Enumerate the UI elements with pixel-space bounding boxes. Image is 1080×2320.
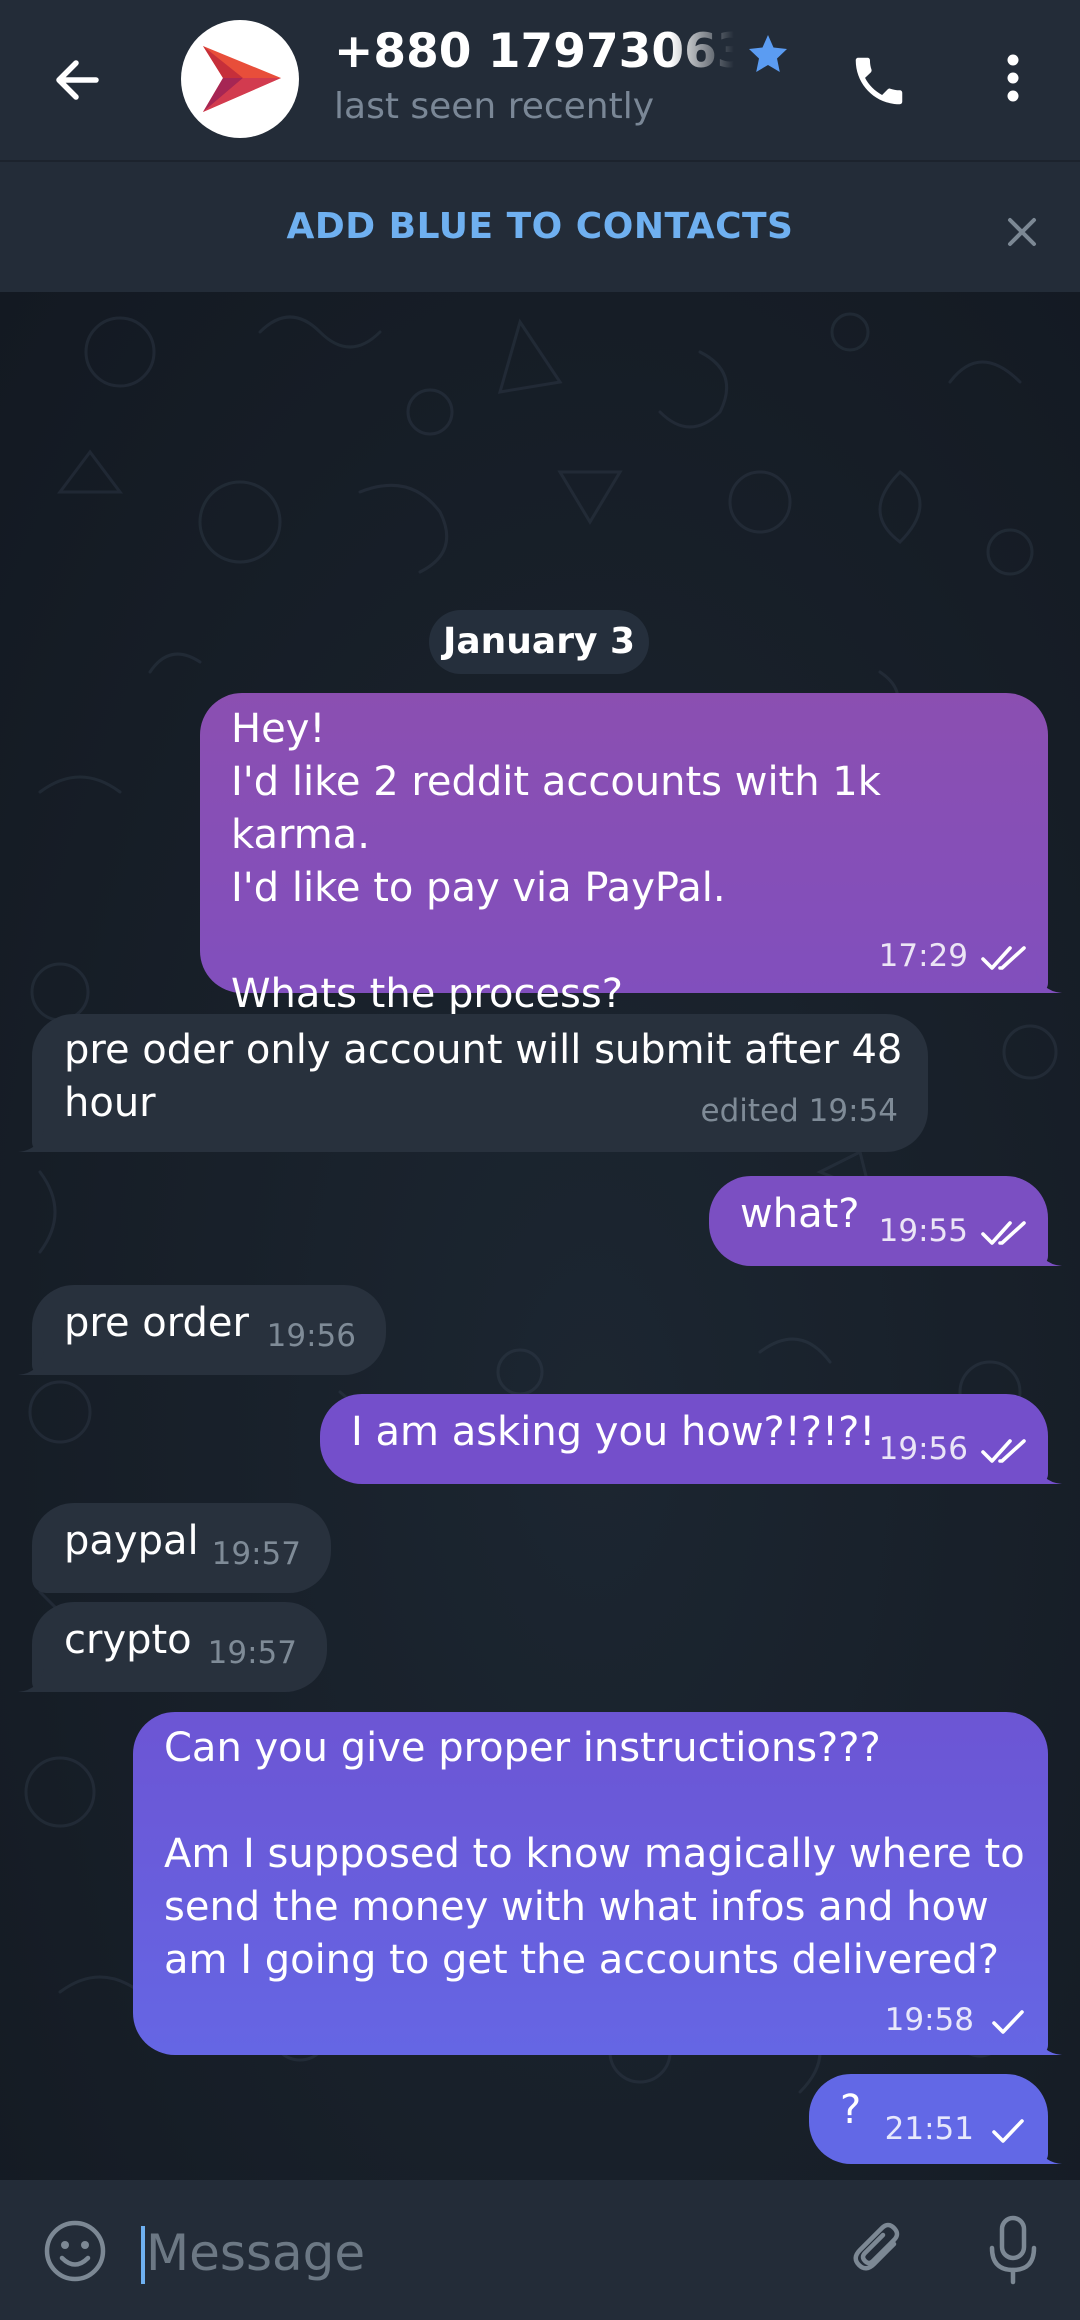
contact-name: +880 17973063000 [334,24,734,79]
message-input[interactable] [146,2218,786,2288]
bubble-tail [18,1668,44,1692]
message-text: I am asking you how?!?!?! [351,1409,876,1455]
bubble-tail [18,1128,44,1152]
message-composer [0,2180,1080,2320]
message-bubble-incoming[interactable]: pre order 19:56 [18,1285,386,1375]
microphone-icon[interactable] [978,2212,1048,2288]
message-meta: 19:56 [879,1423,1030,1476]
message-text: Can you give proper instructions??? Am I… [164,1725,1025,1983]
avatar[interactable] [181,20,299,138]
message-time: 19:56 [878,1431,968,1467]
message-time: 19:56 [266,1318,356,1354]
message-meta: 17:29 [879,930,1030,983]
message-time: 19:57 [211,1536,301,1572]
bubble-tail [1036,2140,1062,2164]
emoji-icon[interactable] [40,2216,110,2286]
message-bubble-outgoing[interactable]: what? 19:55 [709,1176,1062,1266]
bubble-tail [1036,1242,1062,1266]
double-check-icon [981,1438,1026,1463]
bubble-tail [1036,1460,1062,1484]
double-check-icon [981,1220,1026,1245]
message-bubble-outgoing[interactable]: Hey! I'd like 2 reddit accounts with 1k … [200,693,1062,1017]
contact-logo-icon [203,46,281,112]
chat-title-area[interactable]: +880 17973063000 last seen recently [334,18,804,138]
message-time: 19:57 [207,1635,297,1671]
bubble-tail [1036,969,1062,993]
message-text: pre order [64,1300,249,1346]
back-arrow-icon[interactable] [44,46,112,114]
date-separator: January 3 [429,610,649,674]
message-bubble-incoming[interactable]: crypto 19:57 [18,1602,327,1692]
message-text: crypto [64,1617,192,1663]
close-icon[interactable] [998,208,1046,256]
message-bubble-outgoing[interactable]: ? 21:51 [809,2074,1062,2164]
message-text: ? [840,2087,862,2133]
message-bubble-incoming[interactable]: paypal 19:57 [32,1503,331,1593]
message-text: paypal [64,1518,199,1564]
bubble-tail [18,1351,44,1375]
last-seen-status: last seen recently [334,86,655,127]
message-meta: 19:55 [879,1205,1030,1258]
chat-messages-area[interactable]: January 3 Hey! I'd like 2 reddit account… [0,292,1080,2180]
message-time: 21:51 [884,2111,974,2147]
double-check-icon [981,945,1026,970]
premium-star-icon [749,35,787,72]
message-time: 19:55 [878,1213,968,1249]
attach-paperclip-icon[interactable] [844,2216,914,2286]
message-time: 19:58 [884,2002,974,2038]
add-to-contacts-button[interactable]: ADD BLUE TO CONTACTS [0,206,1080,247]
message-bubble-outgoing[interactable]: Can you give proper instructions??? Am I… [133,1712,1062,2055]
bubble-tail [1036,2031,1062,2055]
single-check-icon [992,2009,1024,2034]
message-meta: 21:51 [885,2103,1030,2156]
message-meta: 19:58 [885,1994,1030,2047]
message-time: 17:29 [878,938,968,974]
message-bubble-outgoing[interactable]: I am asking you how?!?!?! 19:56 [320,1394,1062,1484]
message-time: edited 19:54 [700,1093,898,1129]
phone-call-icon[interactable] [848,50,910,112]
text-cursor [141,2226,145,2284]
message-text: what? [740,1191,860,1237]
chat-header: +880 17973063000 last seen recently [0,0,1080,160]
single-check-icon [992,2118,1024,2143]
add-contact-banner: ADD BLUE TO CONTACTS [0,160,1080,294]
more-vertical-icon[interactable] [985,50,1041,106]
message-bubble-incoming[interactable]: pre oder only account will submit after … [18,1014,928,1152]
